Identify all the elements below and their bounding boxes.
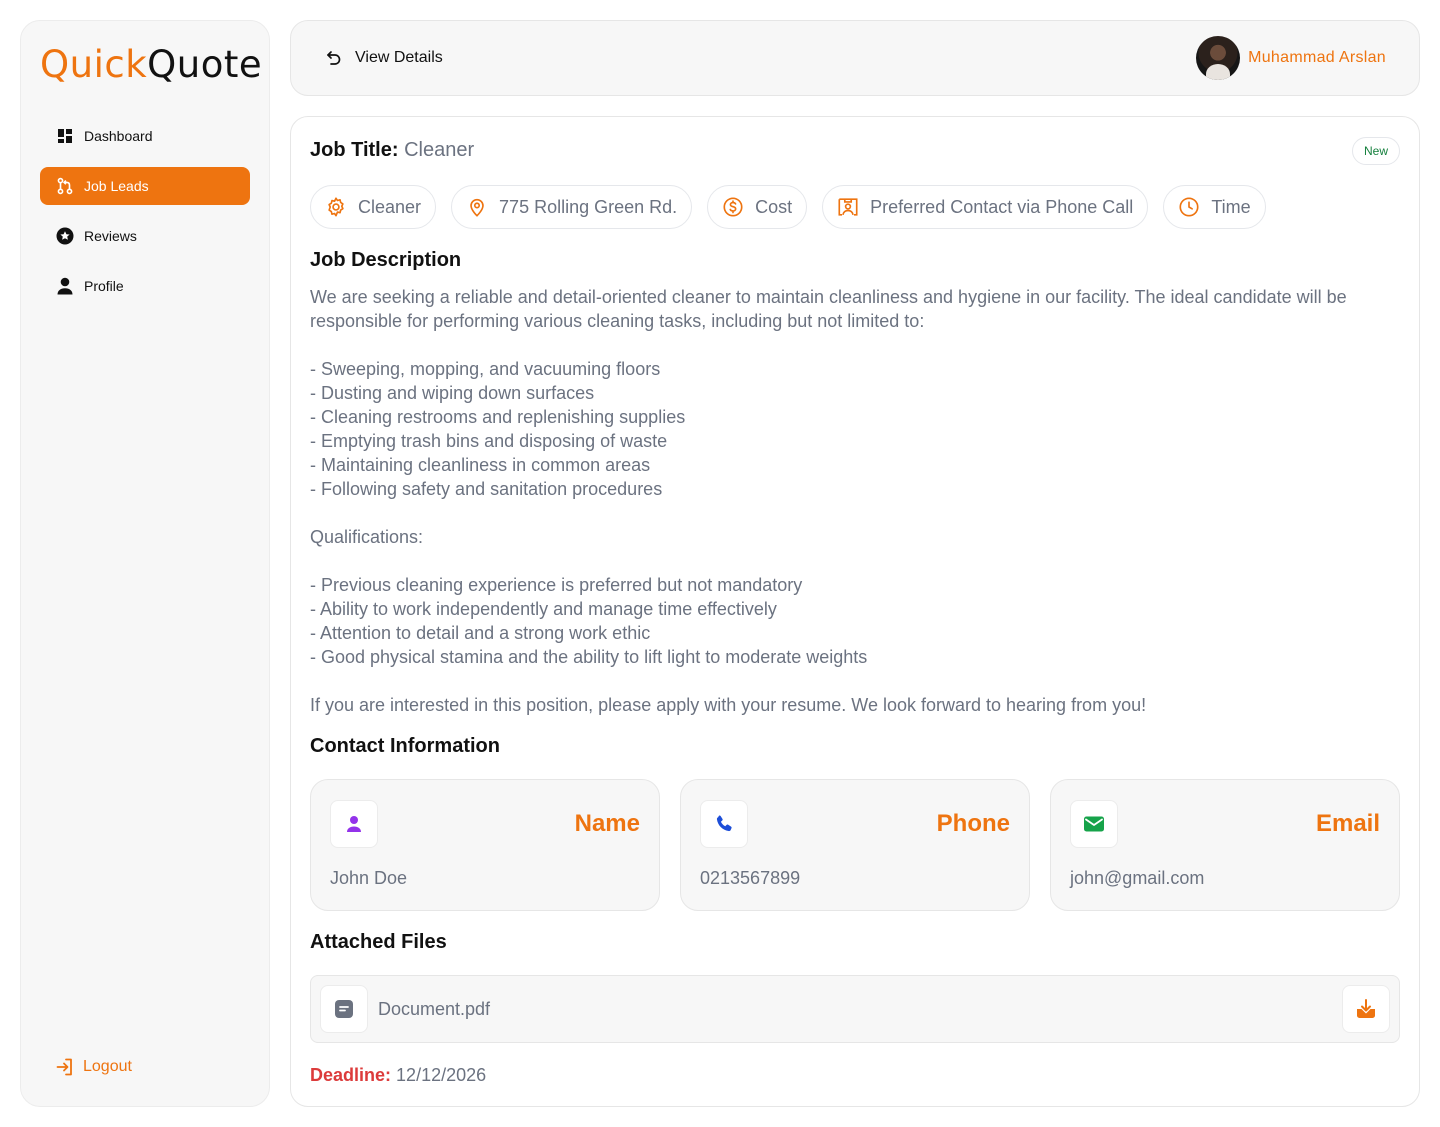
dashboard-icon — [56, 127, 74, 145]
status-badge: New — [1351, 137, 1400, 165]
sidebar-item-label: Reviews — [84, 228, 137, 244]
star-icon — [56, 227, 74, 245]
deadline: Deadline: 12/12/2026 — [310, 1065, 486, 1086]
gear-icon — [325, 196, 347, 218]
contact-info-title: Contact Information — [310, 735, 500, 757]
sidebar-nav: Dashboard Job Leads Reviews Profile — [40, 117, 250, 317]
dollar-icon — [722, 196, 744, 218]
contact-label: Name — [574, 810, 640, 837]
job-meta-chips: Cleaner 775 Rolling Green Rd. Cost Prefe… — [310, 185, 1281, 229]
app-logo[interactable]: QuickQuote — [40, 43, 262, 86]
download-button[interactable] — [1342, 985, 1390, 1033]
top-header: View Details Muhammad Arslan — [290, 20, 1420, 96]
chip-contact-preference: Preferred Contact via Phone Call — [822, 185, 1149, 229]
chip-label: Cost — [755, 196, 793, 217]
logo-part-quick: Quick — [40, 43, 148, 86]
logout-icon — [55, 1057, 75, 1077]
user-icon — [56, 277, 74, 295]
sidebar-item-dashboard[interactable]: Dashboard — [40, 117, 250, 155]
contact-card-icon — [837, 196, 859, 218]
back-button[interactable]: View Details — [323, 48, 443, 68]
avatar — [1196, 36, 1241, 80]
sidebar-item-profile[interactable]: Profile — [40, 267, 250, 305]
logout-button[interactable]: Logout — [55, 1057, 132, 1077]
chip-label: Time — [1211, 196, 1251, 217]
chip-category: Cleaner — [310, 185, 437, 229]
attached-file-row[interactable]: Document.pdf — [310, 975, 1400, 1043]
deadline-value: 12/12/2026 — [396, 1065, 487, 1085]
contact-card-name: Name John Doe — [310, 779, 660, 911]
logo-part-quote: Quote — [147, 43, 263, 86]
chip-cost: Cost — [707, 185, 808, 229]
job-description-text: We are seeking a reliable and detail-ori… — [310, 287, 1347, 715]
job-leads-icon — [56, 177, 74, 195]
job-description-title: Job Description — [310, 249, 462, 271]
person-icon — [330, 800, 378, 848]
contact-value[interactable]: 0213567899 — [700, 868, 800, 889]
job-title: Job Title: Cleaner — [310, 139, 474, 162]
contact-value: John Doe — [330, 868, 408, 888]
sidebar-item-label: Profile — [84, 278, 124, 294]
location-pin-icon — [466, 196, 488, 218]
document-icon — [320, 985, 368, 1033]
file-name: Document.pdf — [378, 999, 491, 1019]
download-icon — [1357, 999, 1375, 1018]
chip-label: Cleaner — [358, 196, 422, 217]
job-details-card: Job Title: Cleaner New Cleaner 775 Rolli… — [290, 116, 1420, 1107]
user-menu[interactable]: Muhammad Arslan — [1196, 36, 1386, 80]
job-title-label: Job Title: — [310, 139, 399, 161]
back-label: View Details — [355, 49, 443, 66]
chip-location: 775 Rolling Green Rd. — [451, 185, 693, 229]
contact-value[interactable]: john@gmail.com — [1070, 868, 1204, 889]
contact-label: Email — [1315, 810, 1380, 837]
logout-label: Logout — [83, 1058, 132, 1075]
sidebar-item-label: Job Leads — [84, 178, 149, 194]
contact-label: Phone — [936, 810, 1010, 837]
chip-label: Preferred Contact via Phone Call — [870, 196, 1134, 217]
user-name: Muhammad Arslan — [1248, 49, 1386, 66]
job-title-value: Cleaner — [404, 139, 475, 161]
sidebar-item-job-leads[interactable]: Job Leads — [40, 167, 250, 205]
clock-icon — [1178, 196, 1200, 218]
chip-label: 775 Rolling Green Rd. — [499, 196, 678, 217]
sidebar-item-reviews[interactable]: Reviews — [40, 217, 250, 255]
attached-files-title: Attached Files — [310, 931, 447, 953]
chip-time: Time — [1163, 185, 1266, 229]
deadline-label: Deadline: — [310, 1065, 392, 1085]
sidebar-item-label: Dashboard — [84, 128, 153, 144]
contact-card-email: Email john@gmail.com — [1050, 779, 1400, 911]
mail-icon — [1070, 800, 1118, 848]
contact-card-phone: Phone 0213567899 — [680, 779, 1030, 911]
sidebar: QuickQuote Dashboard Job Leads Reviews P… — [20, 20, 270, 1107]
undo-arrow-icon — [323, 48, 343, 68]
contact-cards: Name John Doe Phone 0213567899 Email joh… — [310, 779, 1400, 911]
phone-icon — [700, 800, 748, 848]
